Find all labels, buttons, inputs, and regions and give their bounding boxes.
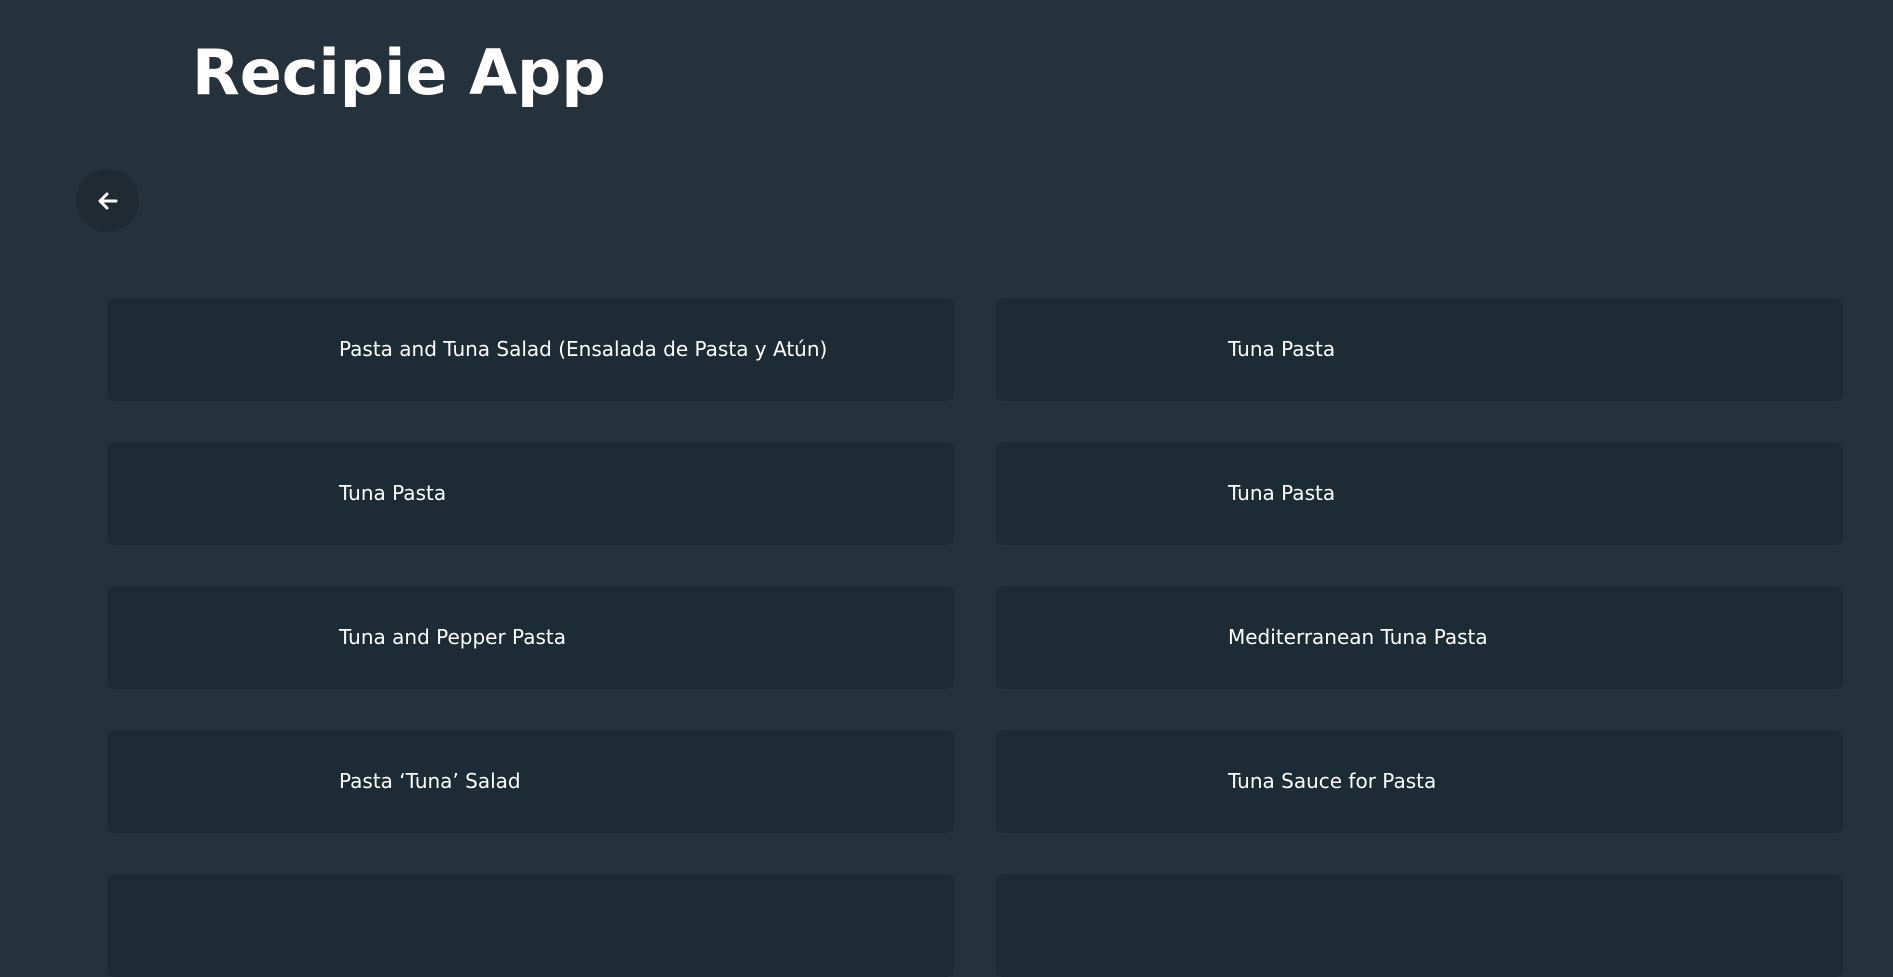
recipe-image	[1024, 308, 1194, 391]
recipe-card[interactable]: Pasta ‘Tuna’ Salad	[107, 730, 954, 833]
recipe-image	[135, 740, 305, 823]
recipe-card[interactable]	[107, 874, 954, 977]
arrow-left-icon	[98, 192, 117, 209]
recipe-image	[1024, 596, 1194, 679]
recipe-image	[135, 308, 305, 391]
recipe-card[interactable]	[996, 874, 1843, 977]
recipe-image	[1024, 884, 1194, 967]
recipe-name: Tuna and Pepper Pasta	[339, 625, 566, 649]
recipe-name: Pasta ‘Tuna’ Salad	[339, 769, 521, 793]
recipe-card[interactable]: Tuna Pasta	[996, 442, 1843, 545]
recipe-card[interactable]: Tuna Pasta	[107, 442, 954, 545]
recipe-image	[135, 452, 305, 535]
recipe-name: Tuna Sauce for Pasta	[1228, 769, 1437, 793]
recipe-list: Pasta and Tuna Salad (Ensalada de Pasta …	[107, 298, 1843, 977]
recipe-name: Tuna Pasta	[339, 481, 447, 505]
back-button[interactable]	[76, 169, 139, 232]
recipe-name: Mediterranean Tuna Pasta	[1228, 625, 1488, 649]
recipe-card[interactable]: Mediterranean Tuna Pasta	[996, 586, 1843, 689]
page-title: Recipie App	[192, 36, 606, 109]
recipe-card[interactable]: Tuna and Pepper Pasta	[107, 586, 954, 689]
recipe-image	[1024, 452, 1194, 535]
recipe-card[interactable]: Tuna Sauce for Pasta	[996, 730, 1843, 833]
recipe-card[interactable]: Pasta and Tuna Salad (Ensalada de Pasta …	[107, 298, 954, 401]
recipe-name: Pasta and Tuna Salad (Ensalada de Pasta …	[339, 337, 828, 361]
recipe-image	[135, 596, 305, 679]
recipe-image	[135, 884, 305, 967]
recipe-name: Tuna Pasta	[1228, 481, 1336, 505]
recipe-card[interactable]: Tuna Pasta	[996, 298, 1843, 401]
recipe-image	[1024, 740, 1194, 823]
recipe-name: Tuna Pasta	[1228, 337, 1336, 361]
